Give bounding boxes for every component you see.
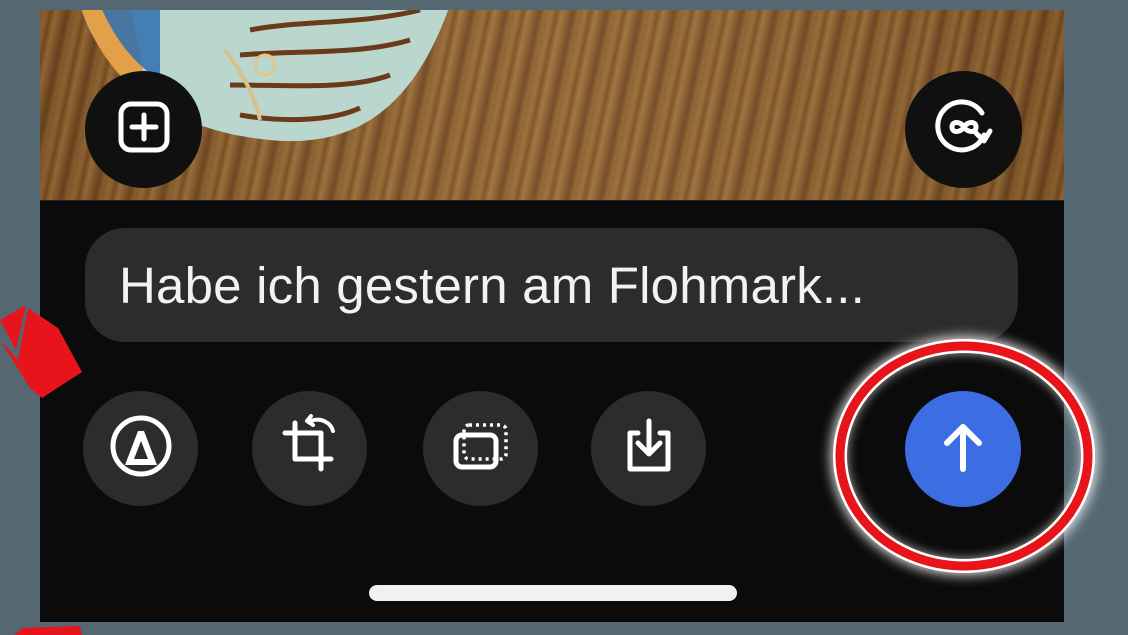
caption-text: Habe ich gestern am Flohmark... (119, 256, 865, 314)
photo-divider (40, 200, 1064, 201)
loop-button[interactable] (905, 71, 1022, 188)
loop-icon (932, 95, 996, 164)
send-button[interactable] (905, 391, 1021, 507)
download-button[interactable] (591, 391, 706, 506)
home-indicator[interactable] (369, 585, 737, 601)
crop-rotate-icon (277, 413, 343, 484)
phone-screen: Habe ich gestern am Flohmark... (40, 10, 1064, 622)
markup-button[interactable] (83, 391, 198, 506)
markup-pen-icon (108, 413, 174, 484)
arrow-annotation-tail (0, 305, 26, 350)
send-arrow-icon (933, 417, 993, 482)
crop-rotate-button[interactable] (252, 391, 367, 506)
screenshot-stage: Habe ich gestern am Flohmark... (0, 0, 1128, 635)
download-icon (616, 413, 682, 484)
add-sticker-icon (116, 99, 172, 160)
caption-field[interactable]: Habe ich gestern am Flohmark... (85, 228, 1018, 342)
aspect-ratio-icon (448, 413, 514, 484)
aspect-ratio-button[interactable] (423, 391, 538, 506)
annotation-fragment (15, 626, 82, 635)
add-sticker-button[interactable] (85, 71, 202, 188)
